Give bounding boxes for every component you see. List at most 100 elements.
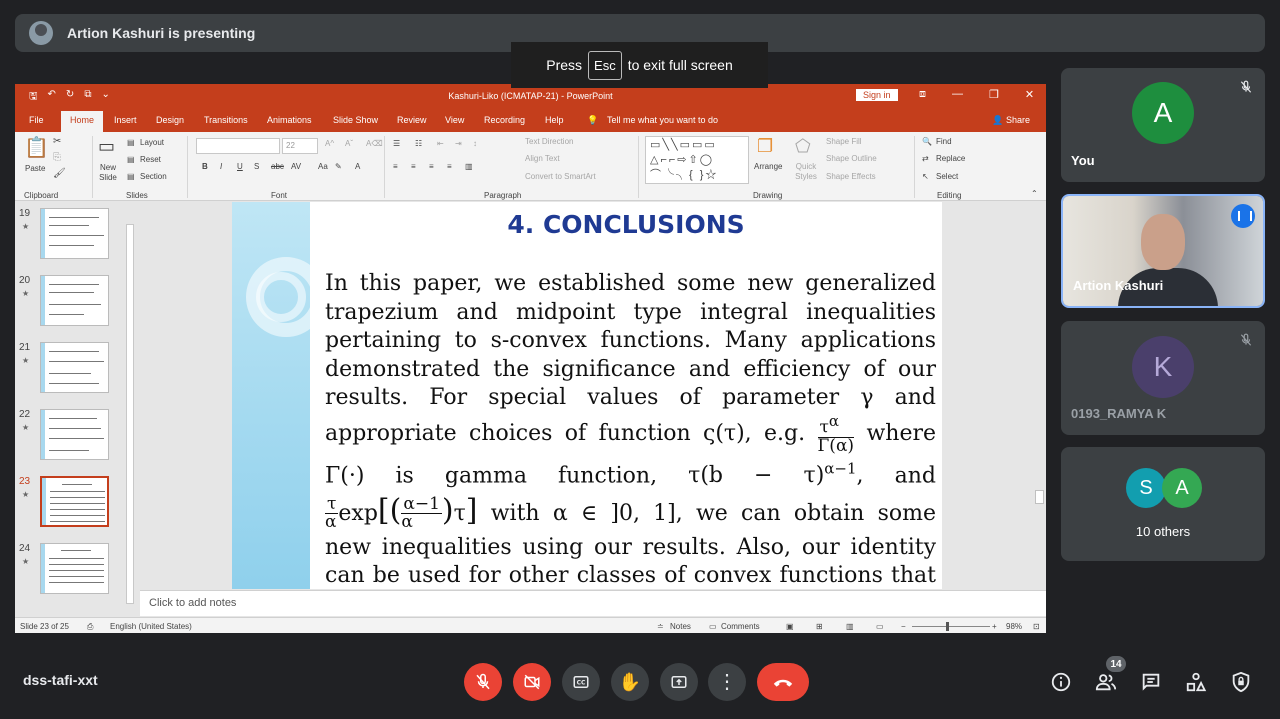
slide-thumbnail-24[interactable] bbox=[40, 543, 109, 594]
tell-me-box[interactable]: Tell me what you want to do bbox=[607, 115, 718, 125]
arrange-icon[interactable]: ❐ bbox=[757, 136, 773, 157]
notes-icon[interactable]: ≐ bbox=[657, 622, 664, 631]
format-painter-icon[interactable]: 🖌 bbox=[53, 168, 66, 179]
tab-recording[interactable]: Recording bbox=[484, 115, 525, 125]
captions-button[interactable]: CC bbox=[562, 663, 600, 701]
tab-help[interactable]: Help bbox=[545, 115, 564, 125]
align-center-icon[interactable]: ≡ bbox=[411, 162, 416, 171]
increase-indent-icon[interactable]: ⇥ bbox=[455, 139, 462, 148]
tab-file[interactable]: File bbox=[29, 115, 44, 125]
tab-design[interactable]: Design bbox=[156, 115, 184, 125]
thumbnails-scroll-thumb[interactable] bbox=[126, 224, 134, 604]
text-direction-button[interactable]: Text Direction bbox=[525, 137, 573, 146]
numbering-icon[interactable]: ☷ bbox=[415, 139, 422, 148]
tab-view[interactable]: View bbox=[445, 115, 464, 125]
strikethrough-icon[interactable]: abc bbox=[271, 162, 284, 171]
quick-styles-button[interactable]: Quick Styles bbox=[791, 162, 821, 182]
tab-slide-show[interactable]: Slide Show bbox=[333, 115, 378, 125]
italic-icon[interactable]: I bbox=[220, 162, 222, 171]
font-size-box[interactable]: 22 bbox=[282, 138, 318, 154]
align-right-icon[interactable]: ≡ bbox=[429, 162, 434, 171]
replace-button[interactable]: Replace bbox=[936, 154, 965, 163]
copy-icon[interactable]: ⎘ bbox=[53, 152, 61, 163]
new-slide-icon[interactable]: ▭ bbox=[98, 136, 115, 157]
zoom-slider[interactable] bbox=[912, 626, 990, 627]
raise-hand-button[interactable]: ✋ bbox=[611, 663, 649, 701]
fit-slide-icon[interactable]: ⊡ bbox=[1033, 622, 1040, 631]
reading-view-icon[interactable]: ▥ bbox=[846, 622, 854, 631]
camera-button[interactable] bbox=[513, 663, 551, 701]
current-slide[interactable]: 4. CONCLUSIONS In this paper, we establi… bbox=[232, 202, 942, 589]
sign-in-button[interactable]: Sign in bbox=[856, 89, 898, 101]
chat-button[interactable] bbox=[1139, 670, 1163, 694]
share-button[interactable]: Share bbox=[1006, 115, 1030, 125]
spell-check-icon[interactable]: ⎙ bbox=[87, 622, 93, 632]
participant-tile-others[interactable]: S A 10 others bbox=[1061, 447, 1265, 561]
font-family-box[interactable] bbox=[196, 138, 280, 154]
slide-sorter-icon[interactable]: ⊞ bbox=[816, 622, 823, 631]
select-button[interactable]: Select bbox=[936, 172, 958, 181]
slide-thumbnail-23[interactable] bbox=[40, 476, 109, 527]
notes-button[interactable]: Notes bbox=[670, 622, 691, 631]
change-case-icon[interactable]: Aa bbox=[318, 162, 328, 171]
participant-tile-artion-kashuri[interactable]: Artion Kashuri bbox=[1061, 194, 1265, 308]
activities-button[interactable] bbox=[1184, 670, 1208, 694]
microphone-button[interactable] bbox=[464, 663, 502, 701]
normal-view-icon[interactable]: ▣ bbox=[786, 622, 794, 631]
language-indicator[interactable]: English (United States) bbox=[110, 622, 192, 631]
layout-button[interactable]: Layout bbox=[140, 138, 164, 147]
leave-call-button[interactable] bbox=[757, 663, 809, 701]
line-spacing-icon[interactable]: ↕ bbox=[473, 139, 477, 148]
notes-pane[interactable]: Click to add notes bbox=[140, 590, 1046, 616]
tab-animations[interactable]: Animations bbox=[267, 115, 312, 125]
find-button[interactable]: Find bbox=[936, 137, 952, 146]
reset-button[interactable]: Reset bbox=[140, 155, 161, 164]
section-button[interactable]: Section bbox=[140, 172, 167, 181]
collapse-ribbon-icon[interactable]: ⌃ bbox=[1031, 189, 1038, 198]
grow-font-icon[interactable]: A^ bbox=[325, 139, 334, 148]
tab-transitions[interactable]: Transitions bbox=[204, 115, 248, 125]
maximize-icon[interactable]: ❐ bbox=[989, 88, 999, 101]
arrange-button[interactable]: Arrange bbox=[754, 162, 782, 171]
participant-tile-ramya[interactable]: K 0193_RAMYA K bbox=[1061, 321, 1265, 435]
tab-home[interactable]: Home bbox=[61, 111, 103, 132]
slide-thumbnail-21[interactable] bbox=[40, 342, 109, 393]
comments-icon[interactable]: ▭ bbox=[709, 622, 717, 631]
shapes-gallery[interactable]: ▭╲╲▭▭▭ △⌐⌐⇨⇧◯ ⌒╰╮{ }☆ bbox=[645, 136, 749, 184]
comments-button[interactable]: Comments bbox=[721, 622, 760, 631]
shape-fill-button[interactable]: Shape Fill bbox=[826, 137, 862, 146]
zoom-slider-knob[interactable] bbox=[946, 622, 949, 631]
meeting-details-button[interactable] bbox=[1049, 670, 1073, 694]
highlight-icon[interactable]: ✎ bbox=[335, 162, 342, 171]
quick-styles-icon[interactable]: ⬠ bbox=[795, 136, 811, 157]
bullets-icon[interactable]: ☰ bbox=[393, 139, 400, 148]
present-button[interactable] bbox=[660, 663, 698, 701]
align-text-button[interactable]: Align Text bbox=[525, 154, 560, 163]
people-button[interactable] bbox=[1094, 670, 1118, 694]
close-icon[interactable]: ✕ bbox=[1025, 88, 1034, 101]
justify-icon[interactable]: ≡ bbox=[447, 162, 452, 171]
underline-icon[interactable]: U bbox=[237, 162, 243, 171]
slide-thumbnail-19[interactable] bbox=[40, 208, 109, 259]
host-controls-button[interactable] bbox=[1229, 670, 1253, 694]
clear-format-icon[interactable]: A⌫ bbox=[366, 139, 383, 148]
participant-tile-you[interactable]: A You bbox=[1061, 68, 1265, 182]
char-spacing-icon[interactable]: AV bbox=[291, 162, 301, 171]
paste-icon[interactable]: 📋 bbox=[24, 135, 49, 160]
slide-scroll-thumb[interactable] bbox=[1035, 490, 1044, 504]
zoom-out-icon[interactable]: − bbox=[901, 622, 906, 631]
cut-icon[interactable]: ✂ bbox=[53, 136, 61, 147]
tab-insert[interactable]: Insert bbox=[114, 115, 137, 125]
new-slide-button[interactable]: New Slide bbox=[95, 163, 121, 183]
share-icon[interactable]: 👤 bbox=[992, 115, 1003, 126]
shape-outline-button[interactable]: Shape Outline bbox=[826, 154, 877, 163]
convert-smartart-button[interactable]: Convert to SmartArt bbox=[525, 172, 596, 181]
more-options-button[interactable]: ⋮ bbox=[708, 663, 746, 701]
shape-effects-button[interactable]: Shape Effects bbox=[826, 172, 876, 181]
zoom-in-icon[interactable]: + bbox=[992, 622, 997, 631]
bold-icon[interactable]: B bbox=[202, 162, 208, 171]
minimize-icon[interactable]: — bbox=[952, 88, 963, 101]
font-color-icon[interactable]: A bbox=[355, 162, 360, 171]
shadow-icon[interactable]: S bbox=[254, 162, 259, 171]
paste-button[interactable]: Paste bbox=[25, 164, 45, 173]
